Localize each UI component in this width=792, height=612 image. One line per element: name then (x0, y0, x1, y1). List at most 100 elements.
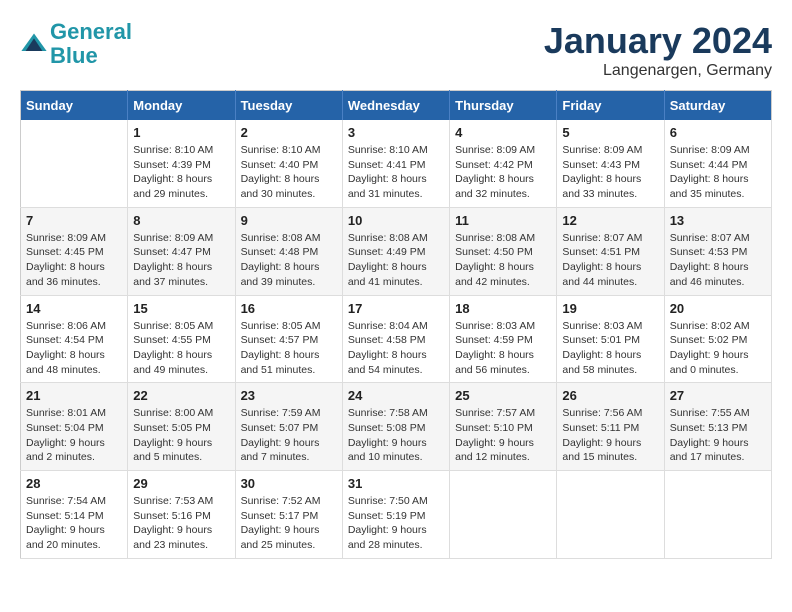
day-info: Sunrise: 8:02 AM Sunset: 5:02 PM Dayligh… (670, 319, 766, 378)
day-number: 8 (133, 213, 229, 228)
day-number: 21 (26, 388, 122, 403)
day-number: 29 (133, 476, 229, 491)
day-info: Sunrise: 8:09 AM Sunset: 4:45 PM Dayligh… (26, 231, 122, 290)
day-number: 1 (133, 125, 229, 140)
calendar-week-1: 1 Sunrise: 8:10 AM Sunset: 4:39 PM Daylig… (21, 120, 772, 207)
day-number: 3 (348, 125, 444, 140)
day-number: 7 (26, 213, 122, 228)
day-info: Sunrise: 7:56 AM Sunset: 5:11 PM Dayligh… (562, 406, 658, 465)
day-number: 30 (241, 476, 337, 491)
calendar-cell: 21Sunrise: 8:01 AM Sunset: 5:04 PM Dayli… (21, 383, 128, 471)
title-block: January 2024 Langenargen, Germany (544, 20, 772, 80)
day-info: Sunrise: 7:55 AM Sunset: 5:13 PM Dayligh… (670, 406, 766, 465)
day-info: Sunrise: 7:52 AM Sunset: 5:17 PM Dayligh… (241, 494, 337, 553)
day-info: Sunrise: 8:10 AM Sunset: 4:39 PM Dayligh… (133, 143, 229, 202)
day-number: 10 (348, 213, 444, 228)
weekday-header-row: SundayMondayTuesdayWednesdayThursdayFrid… (21, 91, 772, 121)
weekday-header-saturday: Saturday (664, 91, 771, 121)
day-number: 11 (455, 213, 551, 228)
day-info: Sunrise: 8:10 AM Sunset: 4:41 PM Dayligh… (348, 143, 444, 202)
calendar-cell: 31 Sunrise: 7:50 AM Sunset: 5:19 PM Dayli… (342, 471, 449, 559)
weekday-header-friday: Friday (557, 91, 664, 121)
calendar-cell: 4 Sunrise: 8:09 AM Sunset: 4:42 PM Daylig… (450, 120, 557, 207)
calendar-cell: 17 Sunrise: 8:04 AM Sunset: 4:58 PM Dayli… (342, 295, 449, 383)
day-info: Sunrise: 8:09 AM Sunset: 4:42 PM Dayligh… (455, 143, 551, 202)
day-info: Sunrise: 8:04 AM Sunset: 4:58 PM Dayligh… (348, 319, 444, 378)
day-number: 26 (562, 388, 658, 403)
day-number: 2 (241, 125, 337, 140)
day-number: 20 (670, 301, 766, 316)
day-info: Sunrise: 7:50 AM Sunset: 5:19 PM Dayligh… (348, 494, 444, 553)
calendar-cell (21, 120, 128, 207)
logo-text: General Blue (50, 20, 132, 68)
day-info: Sunrise: 7:58 AM Sunset: 5:08 PM Dayligh… (348, 406, 444, 465)
calendar-cell: 8 Sunrise: 8:09 AM Sunset: 4:47 PM Daylig… (128, 207, 235, 295)
calendar-cell: 7 Sunrise: 8:09 AM Sunset: 4:45 PM Daylig… (21, 207, 128, 295)
day-number: 5 (562, 125, 658, 140)
logo: General Blue (20, 20, 132, 68)
weekday-header-thursday: Thursday (450, 91, 557, 121)
calendar-cell: 1 Sunrise: 8:10 AM Sunset: 4:39 PM Daylig… (128, 120, 235, 207)
calendar-cell: 6 Sunrise: 8:09 AM Sunset: 4:44 PM Daylig… (664, 120, 771, 207)
weekday-header-monday: Monday (128, 91, 235, 121)
day-number: 15 (133, 301, 229, 316)
calendar-cell: 28 Sunrise: 7:54 AM Sunset: 5:14 PM Dayli… (21, 471, 128, 559)
calendar-header: SundayMondayTuesdayWednesdayThursdayFrid… (21, 91, 772, 121)
day-info: Sunrise: 7:54 AM Sunset: 5:14 PM Dayligh… (26, 494, 122, 553)
day-number: 23 (241, 388, 337, 403)
day-info: Sunrise: 8:09 AM Sunset: 4:43 PM Dayligh… (562, 143, 658, 202)
calendar-cell: 15 Sunrise: 8:05 AM Sunset: 4:55 PM Dayli… (128, 295, 235, 383)
day-info: Sunrise: 8:05 AM Sunset: 4:57 PM Dayligh… (241, 319, 337, 378)
calendar-cell: 24 Sunrise: 7:58 AM Sunset: 5:08 PM Dayli… (342, 383, 449, 471)
day-number: 25 (455, 388, 551, 403)
calendar-cell: 16 Sunrise: 8:05 AM Sunset: 4:57 PM Dayli… (235, 295, 342, 383)
month-title: January 2024 (544, 20, 772, 62)
day-number: 31 (348, 476, 444, 491)
day-info: Sunrise: 8:09 AM Sunset: 4:47 PM Dayligh… (133, 231, 229, 290)
day-number: 9 (241, 213, 337, 228)
day-number: 16 (241, 301, 337, 316)
page-header: General Blue January 2024 Langenargen, G… (20, 20, 772, 80)
day-number: 6 (670, 125, 766, 140)
calendar-cell: 29 Sunrise: 7:53 AM Sunset: 5:16 PM Dayli… (128, 471, 235, 559)
calendar-cell: 30 Sunrise: 7:52 AM Sunset: 5:17 PM Dayli… (235, 471, 342, 559)
day-number: 4 (455, 125, 551, 140)
day-info: Sunrise: 8:07 AM Sunset: 4:51 PM Dayligh… (562, 231, 658, 290)
weekday-header-sunday: Sunday (21, 91, 128, 121)
calendar-cell: 3 Sunrise: 8:10 AM Sunset: 4:41 PM Daylig… (342, 120, 449, 207)
day-number: 17 (348, 301, 444, 316)
calendar-cell: 13Sunrise: 8:07 AM Sunset: 4:53 PM Dayli… (664, 207, 771, 295)
weekday-header-tuesday: Tuesday (235, 91, 342, 121)
calendar-cell: 26 Sunrise: 7:56 AM Sunset: 5:11 PM Dayli… (557, 383, 664, 471)
day-info: Sunrise: 7:53 AM Sunset: 5:16 PM Dayligh… (133, 494, 229, 553)
day-number: 22 (133, 388, 229, 403)
weekday-header-wednesday: Wednesday (342, 91, 449, 121)
calendar-cell: 5 Sunrise: 8:09 AM Sunset: 4:43 PM Daylig… (557, 120, 664, 207)
calendar-cell: 9 Sunrise: 8:08 AM Sunset: 4:48 PM Daylig… (235, 207, 342, 295)
calendar-cell (557, 471, 664, 559)
calendar-cell (450, 471, 557, 559)
day-info: Sunrise: 7:57 AM Sunset: 5:10 PM Dayligh… (455, 406, 551, 465)
day-info: Sunrise: 8:08 AM Sunset: 4:50 PM Dayligh… (455, 231, 551, 290)
calendar-body: 1 Sunrise: 8:10 AM Sunset: 4:39 PM Daylig… (21, 120, 772, 558)
day-info: Sunrise: 8:09 AM Sunset: 4:44 PM Dayligh… (670, 143, 766, 202)
day-number: 28 (26, 476, 122, 491)
day-number: 12 (562, 213, 658, 228)
day-info: Sunrise: 8:03 AM Sunset: 5:01 PM Dayligh… (562, 319, 658, 378)
calendar-cell: 23 Sunrise: 7:59 AM Sunset: 5:07 PM Dayli… (235, 383, 342, 471)
calendar-cell (664, 471, 771, 559)
day-info: Sunrise: 8:03 AM Sunset: 4:59 PM Dayligh… (455, 319, 551, 378)
day-info: Sunrise: 8:08 AM Sunset: 4:48 PM Dayligh… (241, 231, 337, 290)
calendar-week-5: 28 Sunrise: 7:54 AM Sunset: 5:14 PM Dayli… (21, 471, 772, 559)
calendar-week-3: 14 Sunrise: 8:06 AM Sunset: 4:54 PM Dayli… (21, 295, 772, 383)
day-number: 14 (26, 301, 122, 316)
calendar-cell: 2Sunrise: 8:10 AM Sunset: 4:40 PM Daylig… (235, 120, 342, 207)
day-info: Sunrise: 7:59 AM Sunset: 5:07 PM Dayligh… (241, 406, 337, 465)
logo-icon (20, 30, 48, 58)
day-info: Sunrise: 8:05 AM Sunset: 4:55 PM Dayligh… (133, 319, 229, 378)
day-number: 18 (455, 301, 551, 316)
day-number: 24 (348, 388, 444, 403)
calendar-cell: 25 Sunrise: 7:57 AM Sunset: 5:10 PM Dayli… (450, 383, 557, 471)
day-number: 13 (670, 213, 766, 228)
day-info: Sunrise: 8:06 AM Sunset: 4:54 PM Dayligh… (26, 319, 122, 378)
